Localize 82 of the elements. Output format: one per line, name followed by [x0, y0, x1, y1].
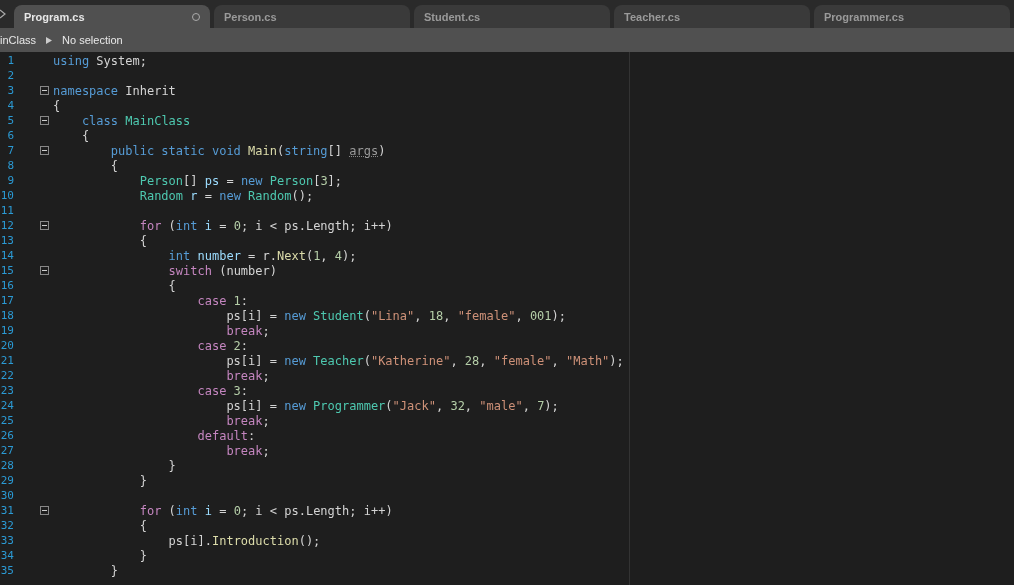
file-tab[interactable]: Programmer.cs	[814, 5, 1010, 28]
code-line: }	[138, 548, 147, 563]
line-number: 3	[6, 84, 14, 97]
line-number: 15	[0, 264, 14, 277]
code-line: {	[167, 278, 176, 293]
code-line: {	[109, 158, 119, 173]
line-number: 24	[0, 399, 14, 412]
collapse-icon[interactable]	[40, 221, 49, 230]
code-line: case 1:	[196, 293, 249, 308]
line-number: 32	[0, 519, 14, 532]
line-number: 22	[0, 369, 14, 382]
line-number: 19	[0, 324, 14, 337]
line-number: 26	[0, 429, 14, 442]
breadcrumb-item[interactable]: No selection	[62, 34, 123, 46]
line-number: 13	[0, 234, 14, 247]
code-line: Person[] ps = new Person[3];	[138, 173, 343, 188]
code-line: }	[167, 458, 176, 473]
code-line: {	[53, 98, 61, 113]
file-tab[interactable]: Teacher.cs	[614, 5, 810, 28]
file-tab[interactable]: Person.cs	[214, 5, 410, 28]
line-number: 5	[6, 114, 14, 127]
line-number: 14	[0, 249, 14, 262]
code-line: case 2:	[196, 338, 249, 353]
chevron-icon[interactable]	[0, 9, 6, 19]
line-number: 7	[6, 144, 14, 157]
line-number: 33	[0, 534, 14, 547]
code-line: ps[i] = new Student("Lina", 18, "female", 001);	[225, 308, 566, 323]
collapse-icon[interactable]	[40, 146, 49, 155]
line-number: 23	[0, 384, 14, 397]
code-line: int number = r.Next(1, 4);	[167, 248, 357, 263]
code-line: case 3:	[196, 383, 249, 398]
collapse-icon[interactable]	[40, 86, 49, 95]
file-tab[interactable]: Student.cs	[414, 5, 610, 28]
code-line: for (int i = 0; i < ps.Length; i++)	[138, 503, 393, 518]
code-line: {	[138, 233, 147, 248]
code-line: public static void Main(string[] args)	[109, 143, 386, 158]
code-line: }	[109, 563, 119, 578]
line-number: 20	[0, 339, 14, 352]
code-line: {	[138, 518, 147, 533]
code-line: using System;	[53, 53, 147, 68]
line-number: 9	[6, 174, 14, 187]
line-number: 31	[0, 504, 14, 517]
code-line: {	[80, 128, 90, 143]
code-line: break;	[225, 413, 270, 428]
line-number: 10	[0, 189, 14, 202]
line-number: 17	[0, 294, 14, 307]
line-number: 28	[0, 459, 14, 472]
code-line: Random r = new Random();	[138, 188, 314, 203]
collapse-icon[interactable]	[40, 506, 49, 515]
file-tab[interactable]: Program.cs	[14, 5, 210, 28]
line-number: 27	[0, 444, 14, 457]
line-number: 25	[0, 414, 14, 427]
line-number: 2	[6, 69, 14, 82]
code-line: for (int i = 0; i < ps.Length; i++)	[138, 218, 393, 233]
line-number: 35	[0, 564, 14, 577]
code-line: break;	[225, 323, 270, 338]
line-number: 12	[0, 219, 14, 232]
line-number: 8	[6, 159, 14, 172]
line-number: 16	[0, 279, 14, 292]
line-number: 18	[0, 309, 14, 322]
collapse-icon[interactable]	[40, 116, 49, 125]
line-number: 1	[6, 54, 14, 67]
code-line: class MainClass	[80, 113, 191, 128]
line-number: 30	[0, 489, 14, 502]
code-line: }	[138, 473, 147, 488]
code-line: namespace Inherit	[53, 83, 176, 98]
code-line: switch (number)	[167, 263, 277, 278]
line-number: 4	[6, 99, 14, 112]
code-line: default:	[196, 428, 256, 443]
code-line: ps[i].Introduction();	[167, 533, 321, 548]
code-line: ps[i] = new Programmer("Jack", 32, "male", 7);	[225, 398, 559, 413]
line-number: 11	[0, 204, 14, 217]
code-line: break;	[225, 443, 270, 458]
line-number: 6	[6, 129, 14, 142]
collapse-icon[interactable]	[40, 266, 49, 275]
line-number: 21	[0, 354, 14, 367]
code-line: break;	[225, 368, 270, 383]
line-number: 29	[0, 474, 14, 487]
breadcrumb-separator-icon	[46, 36, 53, 44]
code-line: ps[i] = new Teacher("Katherine", 28, "female", "Math");	[225, 353, 624, 368]
breadcrumb-item[interactable]: inClass	[0, 34, 37, 46]
line-number: 34	[0, 549, 14, 562]
